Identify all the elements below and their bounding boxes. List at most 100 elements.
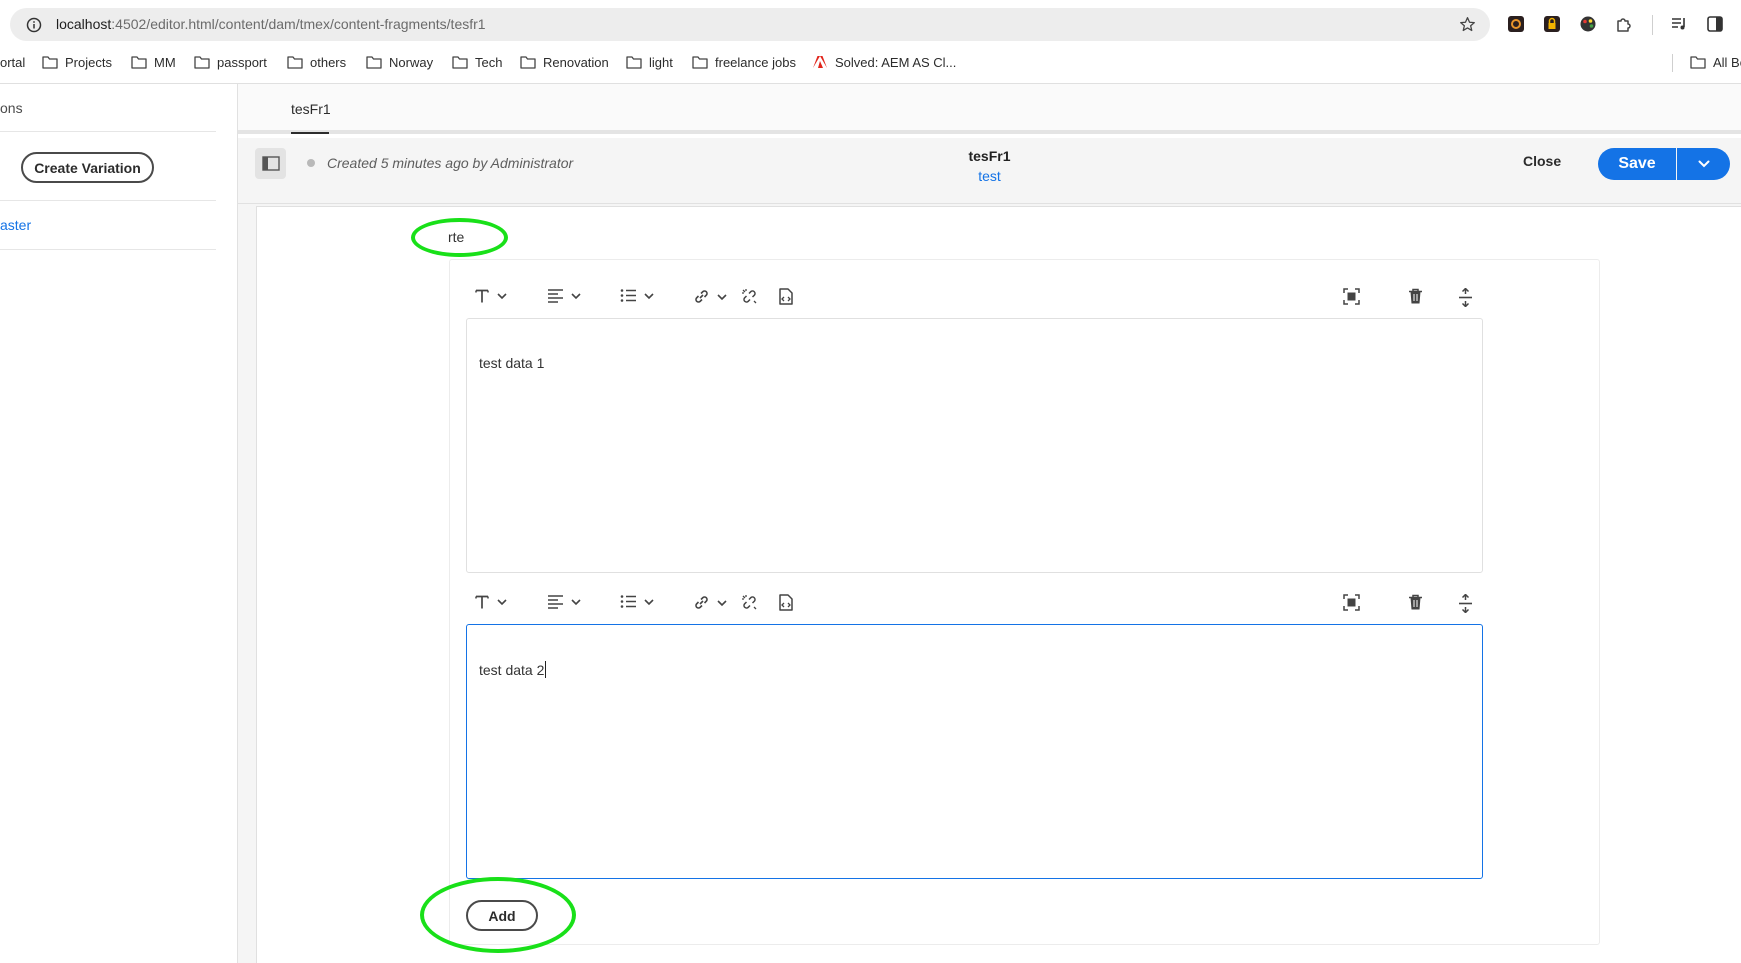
multifield-rte: test data 1 test data 2 Add (449, 259, 1600, 945)
align-left-icon (548, 595, 563, 609)
bookmark-item[interactable]: freelance jobs (692, 53, 796, 71)
panel-heading: ons (0, 100, 23, 116)
save-options-button[interactable] (1677, 148, 1730, 180)
rte-toolbar (450, 590, 1601, 620)
chevron-down-icon (717, 293, 727, 300)
extension-lock-icon[interactable] (1543, 15, 1561, 33)
bookmark-item[interactable]: others (287, 53, 346, 71)
editor-tabs: tesFr1 (238, 84, 1741, 134)
bookmark-item[interactable]: All Bo (1690, 53, 1741, 71)
fullscreen-button[interactable] (1343, 594, 1360, 611)
unlink-button[interactable] (741, 288, 758, 305)
folder-icon (131, 56, 147, 69)
chevron-down-icon (497, 293, 507, 300)
media-control-icon[interactable] (1670, 15, 1688, 33)
bookmark-item[interactable]: MM (131, 53, 176, 71)
bookmarks-divider (1672, 54, 1673, 72)
drag-handle-icon (1459, 594, 1472, 613)
trash-icon (1409, 288, 1422, 304)
rte-content[interactable]: test data 2 (479, 661, 547, 678)
text-format-icon (475, 595, 489, 609)
reorder-handle[interactable] (1458, 594, 1473, 613)
unlink-button[interactable] (741, 594, 758, 611)
browser-address-bar: localhost:4502/editor.html/content/dam/t… (0, 0, 1741, 50)
rte-editor[interactable]: test data 1 (466, 318, 1483, 573)
divider (0, 131, 216, 132)
fullscreen-button[interactable] (1343, 288, 1360, 305)
adobe-icon (813, 56, 827, 68)
bullet-list-icon (620, 595, 636, 608)
reorder-handle[interactable] (1458, 288, 1473, 307)
link-icon (695, 596, 708, 609)
save-button[interactable]: Save (1598, 148, 1676, 180)
toggle-side-panel-button[interactable] (255, 148, 286, 179)
variations-panel: ons Create Variation aster (0, 84, 238, 963)
list-dropdown[interactable] (620, 288, 655, 303)
folder-icon (520, 56, 536, 69)
field-label-rte: rte (448, 229, 465, 245)
master-variation-link[interactable]: aster (0, 217, 31, 233)
bullet-list-icon (620, 289, 636, 302)
divider (0, 200, 216, 201)
editor-header: Created 5 minutes ago by Administrator t… (238, 138, 1741, 204)
extension-palette-icon[interactable] (1579, 15, 1597, 33)
align-left-icon (548, 289, 563, 303)
text-format-dropdown[interactable] (474, 594, 508, 610)
tab-active-indicator (291, 132, 329, 134)
site-info-icon[interactable] (26, 17, 42, 33)
text-format-dropdown[interactable] (474, 288, 508, 304)
toolbar-divider (1652, 15, 1653, 35)
chevron-down-icon (571, 598, 581, 605)
bookmark-item[interactable]: Tech (452, 53, 502, 71)
alignment-dropdown[interactable] (547, 288, 582, 303)
create-variation-button[interactable]: Create Variation (21, 152, 154, 183)
link-dropdown[interactable] (693, 594, 728, 611)
unlink-icon (742, 289, 757, 304)
close-button[interactable]: Close (1523, 153, 1561, 169)
drag-handle-icon (1459, 288, 1472, 307)
bookmark-item[interactable]: Norway (366, 53, 433, 71)
source-edit-button[interactable] (779, 288, 793, 305)
status-dot (307, 159, 315, 167)
chevron-down-icon (644, 292, 654, 299)
folder-icon (452, 56, 468, 69)
delete-entry-button[interactable] (1408, 288, 1423, 305)
chevron-down-icon (497, 599, 507, 606)
source-code-icon (779, 288, 793, 305)
side-panel-icon[interactable] (1706, 15, 1724, 33)
bookmark-item[interactable]: Projects (42, 53, 112, 71)
chevron-down-icon (1698, 160, 1709, 168)
extensions-puzzle-icon[interactable] (1615, 15, 1633, 33)
delete-entry-button[interactable] (1408, 594, 1423, 611)
extension-record-icon[interactable] (1507, 15, 1525, 33)
divider (0, 249, 216, 250)
bookmark-item[interactable]: passport (194, 53, 267, 71)
trash-icon (1409, 594, 1422, 610)
side-panel-icon (261, 156, 280, 171)
fullscreen-icon (1343, 594, 1360, 611)
rte-editor[interactable]: test data 2 (466, 624, 1483, 879)
source-edit-button[interactable] (779, 594, 793, 611)
add-entry-button[interactable]: Add (466, 900, 538, 931)
url-field[interactable]: localhost:4502/editor.html/content/dam/t… (10, 8, 1490, 41)
folder-icon (194, 56, 210, 69)
bookmark-star-icon[interactable] (1459, 16, 1476, 33)
source-code-icon (779, 594, 793, 611)
text-caret (545, 661, 547, 678)
folder-icon (626, 56, 642, 69)
rte-content[interactable]: test data 1 (479, 355, 544, 371)
rte-toolbar (450, 284, 1601, 314)
unlink-icon (742, 595, 757, 610)
tab-tesfr1[interactable]: tesFr1 (291, 101, 331, 117)
url-text[interactable]: localhost:4502/editor.html/content/dam/t… (56, 16, 486, 32)
bookmark-item[interactable]: Solved: AEM AS Cl... (812, 53, 956, 71)
link-icon (695, 290, 708, 303)
folder-icon (287, 56, 303, 69)
bookmark-item[interactable]: light (626, 53, 673, 71)
list-dropdown[interactable] (620, 594, 655, 609)
bookmark-item[interactable]: ortal (0, 53, 25, 71)
bookmark-item[interactable]: Renovation (520, 53, 609, 71)
chevron-down-icon (644, 598, 654, 605)
link-dropdown[interactable] (693, 288, 728, 305)
alignment-dropdown[interactable] (547, 594, 582, 609)
